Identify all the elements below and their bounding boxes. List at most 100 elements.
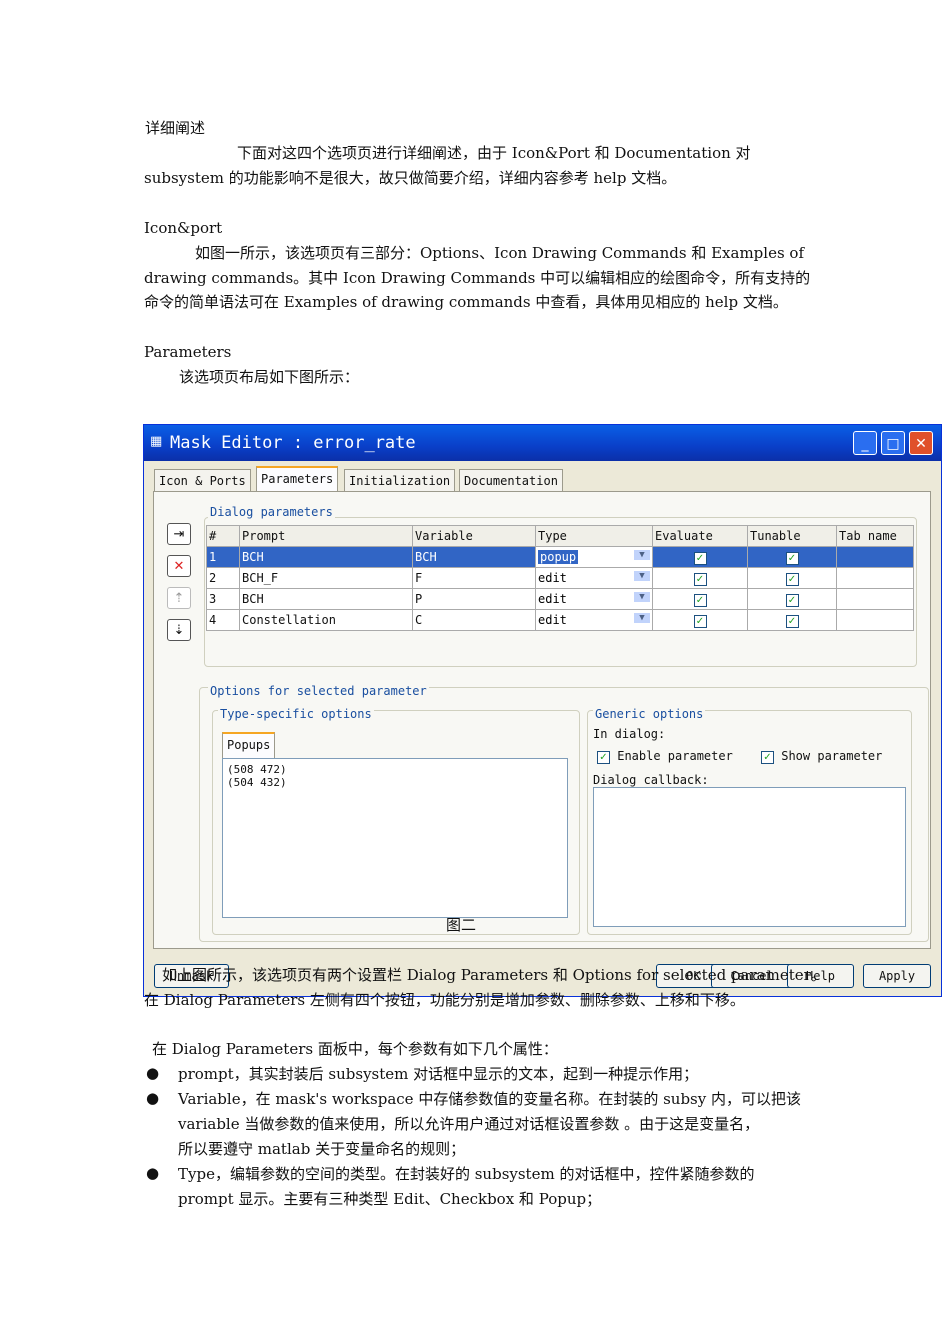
mask-editor-window: ▦ Mask Editor : error_rate _ □ ✕ Icon & … [143, 424, 942, 997]
popup-line: (504 432) [227, 776, 287, 789]
cell-tabname[interactable] [836, 588, 914, 610]
cell-variable[interactable]: C [412, 609, 536, 631]
cell-variable[interactable]: P [412, 588, 536, 610]
cell-tabname[interactable] [836, 546, 914, 568]
cell-number: 4 [206, 609, 240, 631]
checkmark-icon: ✓ [761, 751, 774, 764]
generic-options-label: Generic options [593, 707, 706, 721]
tab-initialization[interactable]: Initialization [344, 469, 456, 491]
paragraph: drawing commands。其中 Icon Drawing Command… [144, 269, 811, 287]
type-dropdown[interactable]: edit ▼ [535, 567, 653, 589]
cell-prompt[interactable]: BCH [239, 546, 413, 568]
bullet-icon: ● [146, 1164, 160, 1182]
document-page: 详细阐述 下面对这四个选项页进行详细阐述，由于 Icon&Port 和 Docu… [0, 0, 950, 1344]
cell-tabname[interactable] [836, 609, 914, 631]
paragraph: 如上图所示，该选项页有两个设置栏 Dialog Parameters 和 Opt… [162, 966, 826, 984]
paragraph: 该选项页布局如下图所示： [179, 368, 360, 386]
cell-number: 1 [206, 546, 240, 568]
parameters-table: # Prompt Variable Type Evaluate Tunable … [206, 525, 914, 631]
col-variable[interactable]: Variable [412, 525, 536, 547]
paragraph: subsystem 的功能影响不是很大，故只做简要介绍，详细内容参考 help … [144, 169, 677, 187]
chevron-down-icon[interactable]: ▼ [634, 550, 650, 560]
bullet-variable: variable 当做参数的值来使用，所以允许用户通过对话框设置参数 。由于这是… [178, 1115, 760, 1133]
chevron-down-icon[interactable]: ▼ [634, 592, 650, 602]
tab-parameters[interactable]: Parameters [256, 466, 339, 492]
table-row[interactable]: 1 BCH BCH popup ▼ ✓ ✓ [206, 546, 914, 568]
type-specific-label: Type-specific options [218, 707, 374, 721]
dialog-callback-textarea[interactable] [593, 787, 906, 927]
checkmark-icon: ✓ [693, 593, 707, 607]
evaluate-checkbox[interactable]: ✓ [652, 588, 748, 610]
paragraph: 如图一所示，该选项页有三部分：Options、Icon Drawing Comm… [195, 244, 805, 262]
col-tabname[interactable]: Tab name [836, 525, 914, 547]
minimize-button[interactable]: _ [853, 431, 877, 455]
type-value: edit [538, 613, 567, 627]
type-value: popup [538, 550, 579, 564]
col-evaluate[interactable]: Evaluate [652, 525, 748, 547]
move-up-button[interactable]: ⇡ [167, 587, 191, 609]
col-prompt[interactable]: Prompt [239, 525, 413, 547]
enable-parameter-checkbox[interactable]: ✓ Enable parameter [597, 749, 733, 764]
cell-number: 2 [206, 567, 240, 589]
cell-prompt[interactable]: BCH [239, 588, 413, 610]
popup-line: (508 472) [227, 763, 287, 776]
dialog-parameters-label: Dialog parameters [208, 505, 335, 519]
cell-variable[interactable]: F [412, 567, 536, 589]
chevron-down-icon[interactable]: ▼ [634, 613, 650, 623]
evaluate-checkbox[interactable]: ✓ [652, 609, 748, 631]
type-dropdown[interactable]: edit ▼ [535, 588, 653, 610]
maximize-button[interactable]: □ [881, 431, 905, 455]
table-row[interactable]: 3 BCH Pedit ▼ ✓ ✓ [206, 588, 914, 610]
paragraph: 在 Dialog Parameters 面板中，每个参数有如下几个属性： [152, 1040, 558, 1058]
heading-details: 详细阐述 [145, 119, 206, 137]
tunable-checkbox[interactable]: ✓ [747, 546, 837, 568]
show-parameter-checkbox[interactable]: ✓ Show parameter [761, 749, 882, 764]
type-value: edit [538, 571, 567, 585]
arrow-up-icon: ⇡ [173, 591, 185, 606]
tab-popups[interactable]: Popups [222, 732, 276, 758]
move-down-button[interactable]: ⇣ [167, 619, 191, 641]
apply-button[interactable]: Apply [863, 964, 931, 988]
bullet-type: prompt 显示。主要有三种类型 Edit、Checkbox 和 Popup； [178, 1190, 602, 1208]
checkmark-icon: ✓ [693, 572, 707, 586]
table-row[interactable]: 4 Constellation Cedit ▼ ✓ ✓ [206, 609, 914, 631]
bullet-prompt: prompt，其实封装后 subsystem 对话框中显示的文本，起到一种提示作… [178, 1065, 699, 1083]
bullet-type: Type，编辑参数的空间的类型。在封装好的 subsystem 的对话框中，控件… [178, 1165, 755, 1183]
type-dropdown[interactable]: popup ▼ [535, 546, 653, 568]
tab-documentation[interactable]: Documentation [459, 469, 563, 491]
evaluate-checkbox[interactable]: ✓ [652, 567, 748, 589]
type-value: edit [538, 592, 567, 606]
table-row[interactable]: 2 BCH_F Fedit ▼ ✓ ✓ [206, 567, 914, 589]
add-parameter-button[interactable]: ⇥ [167, 523, 191, 545]
checkmark-icon: ✓ [693, 614, 707, 628]
delete-parameter-button[interactable]: ✕ [167, 555, 191, 577]
in-dialog-label: In dialog: [593, 727, 666, 741]
add-icon: ⇥ [173, 527, 185, 542]
app-icon: ▦ [150, 434, 163, 449]
type-dropdown[interactable]: edit ▼ [535, 609, 653, 631]
chevron-down-icon[interactable]: ▼ [634, 571, 650, 581]
col-tunable[interactable]: Tunable [747, 525, 837, 547]
cell-tabname[interactable] [836, 567, 914, 589]
dialog-callback-label: Dialog callback: [593, 773, 709, 787]
cell-variable[interactable]: BCH [412, 546, 536, 568]
checkmark-icon: ✓ [693, 551, 707, 565]
options-label: Options for selected parameter [208, 684, 429, 698]
checkmark-icon: ✓ [785, 551, 799, 565]
col-number[interactable]: # [206, 525, 240, 547]
cell-prompt[interactable]: BCH_F [239, 567, 413, 589]
paragraph: 命令的简单语法可在 Examples of drawing commands 中… [144, 293, 788, 311]
show-parameter-label: Show parameter [781, 749, 883, 763]
cell-prompt[interactable]: Constellation [239, 609, 413, 631]
tunable-checkbox[interactable]: ✓ [747, 567, 837, 589]
cell-number: 3 [206, 588, 240, 610]
col-type[interactable]: Type [535, 525, 653, 547]
evaluate-checkbox[interactable]: ✓ [652, 546, 748, 568]
tunable-checkbox[interactable]: ✓ [747, 609, 837, 631]
popups-textarea[interactable]: (508 472) (504 432) [222, 758, 568, 918]
close-button[interactable]: ✕ [909, 431, 933, 455]
tunable-checkbox[interactable]: ✓ [747, 588, 837, 610]
tab-icon-ports[interactable]: Icon & Ports [154, 469, 251, 491]
arrow-down-icon: ⇣ [173, 623, 185, 638]
title-bar[interactable]: ▦ Mask Editor : error_rate _ □ ✕ [144, 425, 941, 461]
